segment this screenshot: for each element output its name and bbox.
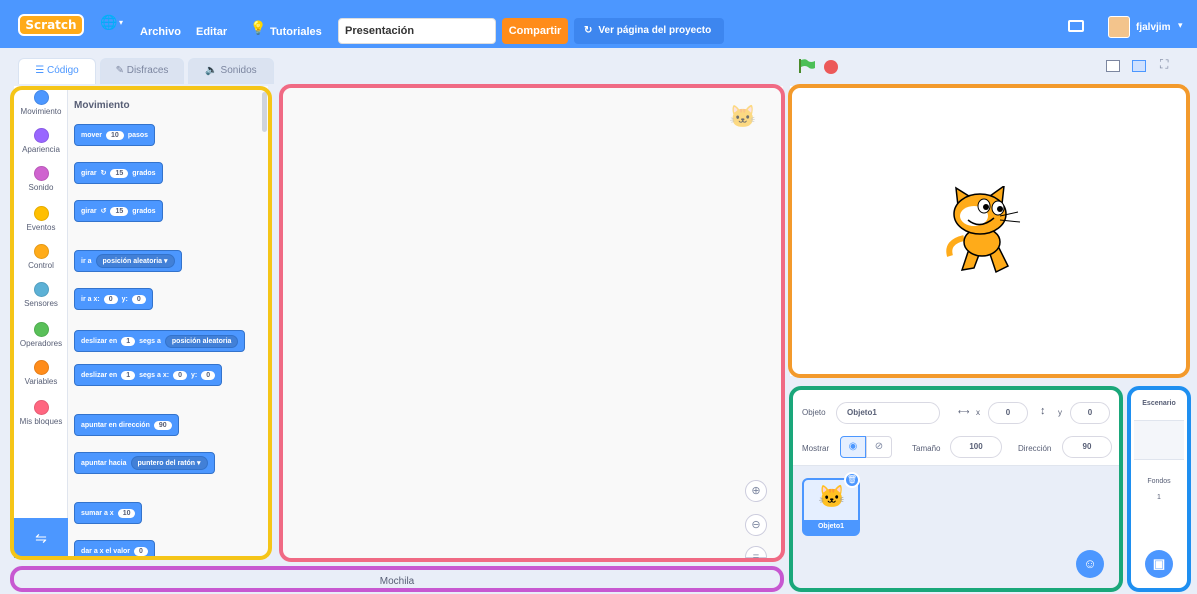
menu-file[interactable]: Archivo [140, 26, 181, 38]
stop-icon[interactable] [824, 60, 838, 74]
menu-bar: Scratch 🌐 ▾ Archivo Editar 💡 Tutoriales … [0, 0, 1197, 48]
tab-code[interactable]: ☰ Código [18, 58, 96, 84]
highlight-palette-frame [10, 86, 272, 560]
chevron-down-icon[interactable]: ▾ [1178, 20, 1183, 31]
share-button[interactable]: Compartir [502, 18, 568, 44]
remix-icon: ↻ [584, 25, 593, 36]
project-title-input[interactable]: Presentación [338, 18, 496, 44]
small-stage-icon[interactable] [1106, 60, 1120, 72]
highlight-backdrop-pane-frame [1127, 386, 1191, 592]
brush-icon: ✎ [115, 65, 124, 76]
lightbulb-icon: 💡 [250, 20, 267, 35]
green-flag-icon[interactable] [798, 58, 816, 73]
tab-sounds-label: Sonidos [220, 65, 257, 76]
tab-code-label: Código [47, 65, 79, 76]
user-avatar[interactable] [1108, 16, 1130, 38]
see-project-page-button[interactable]: ↻ Ver página del proyecto [574, 18, 724, 44]
see-project-label: Ver página del proyecto [598, 25, 712, 36]
username[interactable]: fjalvjim [1136, 22, 1170, 33]
tab-sounds[interactable]: 🔈 Sonidos [188, 58, 274, 84]
menu-edit[interactable]: Editar [196, 26, 227, 38]
speaker-icon: 🔈 [205, 65, 218, 76]
tab-costumes-label: Disfraces [126, 65, 169, 76]
normal-stage-icon[interactable] [1132, 60, 1146, 72]
highlight-backpack-frame [10, 566, 784, 592]
chevron-down-icon: ▾ [119, 18, 124, 27]
scratch-logo[interactable]: Scratch [18, 14, 84, 36]
highlight-sprite-pane-frame [789, 386, 1123, 592]
menu-tutorials[interactable]: Tutoriales [270, 26, 322, 38]
globe-icon[interactable]: 🌐 [100, 14, 117, 31]
highlight-script-area-frame [279, 84, 785, 562]
folder-icon[interactable] [1068, 20, 1084, 32]
tab-costumes[interactable]: ✎ Disfraces [100, 58, 184, 84]
highlight-stage-frame [788, 84, 1190, 378]
fullscreen-icon[interactable]: ⛶ [1160, 57, 1168, 72]
code-icon: ☰ [35, 65, 45, 76]
